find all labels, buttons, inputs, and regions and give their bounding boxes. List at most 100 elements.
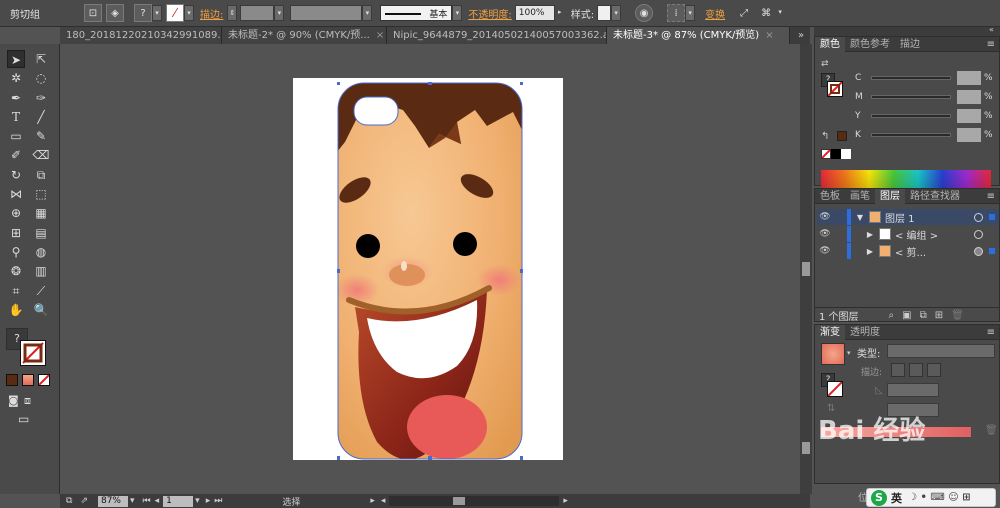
tab-doc-1[interactable]: 180_20181220210342991089.ai*× [60, 27, 222, 44]
first-artboard-icon[interactable]: ⏮ [143, 496, 151, 506]
tab-brushes[interactable]: 画笔 [845, 189, 875, 204]
ime-toolbar[interactable]: S 英 ☽ • ⌨ ☺ ⊞ [866, 488, 996, 507]
shape-builder-tool-icon[interactable]: ⊕ [7, 204, 25, 222]
line-tool-icon[interactable]: ╱ [32, 108, 50, 126]
gradient-mode-button[interactable] [22, 374, 34, 386]
tab-doc-3[interactable]: Nipic_9644879_20140502140057003362.ai*× [387, 27, 607, 44]
eraser-tool-icon[interactable]: ⌫ [32, 146, 50, 164]
zoom-dropdown-icon[interactable]: ▾ [130, 496, 135, 506]
cartoon-phone-case-artwork[interactable] [337, 82, 523, 460]
channel-input[interactable] [957, 109, 981, 123]
gamut-swatch[interactable] [837, 131, 847, 141]
draw-behind-icon[interactable]: ⧈ [24, 394, 31, 408]
hand-tool-icon[interactable]: ✋ [7, 301, 25, 319]
stroke-color-button[interactable]: ⁄ [166, 4, 184, 22]
draw-mode-icon[interactable]: ◙ [8, 394, 19, 407]
panel-menu-icon[interactable]: ▾ [775, 5, 785, 21]
selection-indicator[interactable] [989, 214, 995, 220]
column-graph-tool-icon[interactable]: ▥ [32, 262, 50, 280]
pencil-tool-icon[interactable]: ✐ [7, 146, 25, 164]
tab-pathfinder[interactable]: 路径查找器 [905, 189, 965, 204]
channel-slider[interactable] [871, 76, 951, 80]
panel-menu-icon[interactable]: ≡ [987, 39, 999, 50]
clipping-mask-icon[interactable]: ▣ [902, 310, 911, 321]
next-artboard-icon[interactable]: ▸ [206, 496, 211, 506]
isolate-group-icon[interactable]: ⊡ [84, 4, 102, 22]
tab-transparency[interactable]: 透明度 [845, 325, 885, 340]
tabs-overflow-icon[interactable]: » [790, 27, 804, 44]
stroke-swatch[interactable] [827, 381, 843, 397]
dock-header[interactable]: « [814, 25, 1000, 36]
transform-link[interactable]: 变换 [705, 6, 725, 21]
locate-object-icon[interactable]: ⌕ [889, 310, 895, 321]
layer-name[interactable]: < 编组 > [895, 227, 938, 242]
collapse-panels-icon[interactable]: « [989, 25, 994, 34]
stroke-swatch[interactable] [827, 81, 843, 97]
status-menu-icon[interactable]: ▸ [370, 496, 375, 506]
gradient-type-select[interactable] [887, 344, 995, 358]
opacity-input[interactable]: 100% [514, 5, 555, 21]
stroke-swatch[interactable] [20, 340, 46, 366]
rotate-tool-icon[interactable]: ↻ [7, 166, 25, 184]
gradient-dropdown-icon[interactable]: ▾ [847, 349, 851, 357]
target-circle-icon[interactable] [974, 229, 983, 239]
scale-tool-icon[interactable]: ⧉ [32, 166, 50, 184]
stroke-weight-stepper[interactable]: ⇕ [227, 5, 238, 21]
panel-menu-icon[interactable]: ≡ [987, 327, 999, 338]
none-color-button[interactable] [821, 149, 831, 159]
symbol-sprayer-tool-icon[interactable]: ❂ [7, 262, 25, 280]
stroke-gradient-within-icon[interactable] [891, 363, 905, 377]
scroll-thumb-secondary[interactable] [802, 442, 810, 454]
variable-width-profile[interactable] [290, 5, 363, 21]
layer-name[interactable]: 图层 1 [885, 210, 915, 225]
none-mode-button[interactable] [38, 374, 50, 386]
gradient-tool-icon[interactable]: ▤ [32, 224, 50, 242]
export-icon[interactable]: ⇗ [80, 496, 88, 506]
stroke-weight-input[interactable] [240, 5, 275, 21]
opacity-arrow-icon[interactable]: ▸ [554, 5, 565, 21]
fill-color-button[interactable]: ? [134, 4, 152, 22]
target-circle-icon[interactable] [974, 212, 983, 222]
layer-row[interactable]: 👁 ▶ < 剪... [817, 243, 999, 259]
brush-definition[interactable]: 基本 [380, 5, 453, 21]
black-color-button[interactable] [831, 149, 841, 159]
ime-status-icons[interactable]: ☽ • ⌨ ☺ ⊞ [908, 492, 971, 503]
prev-artboard-icon[interactable]: ◂ [155, 496, 160, 506]
tab-doc-4[interactable]: 未标题-3* @ 87% (CMYK/预览) × [607, 27, 790, 44]
tab-swatches[interactable]: 色板 [815, 189, 845, 204]
edit-clipping-path-icon[interactable]: ◈ [106, 4, 124, 22]
zoom-field[interactable]: 87% [97, 495, 128, 507]
type-tool-icon[interactable]: T [7, 108, 25, 126]
opacity-link[interactable]: 不透明度: [468, 6, 511, 21]
expand-triangle-icon[interactable]: ▼ [855, 213, 865, 222]
paintbrush-tool-icon[interactable]: ✎ [32, 127, 50, 145]
channel-input[interactable] [957, 128, 981, 142]
sogou-logo-icon[interactable]: S [871, 489, 887, 506]
profile-dropdown[interactable]: ▾ [362, 5, 373, 21]
tab-stroke[interactable]: 描边 [895, 37, 925, 52]
out-of-gamut-icon[interactable]: ↰ [821, 131, 829, 142]
gradient-preview[interactable] [821, 343, 845, 365]
slice-tool-icon[interactable]: ⟋ [32, 282, 50, 300]
artboard-dropdown-icon[interactable]: ▾ [195, 496, 200, 506]
expand-triangle-icon[interactable]: ▶ [865, 230, 875, 239]
stroke-dropdown[interactable]: ▾ [184, 5, 194, 21]
artboard-number-field[interactable]: 1 [163, 495, 194, 507]
free-transform-tool-icon[interactable]: ⬚ [32, 185, 50, 203]
delete-stop-icon[interactable]: 🗑 [985, 425, 998, 436]
panel-menu-icon[interactable]: ≡ [987, 191, 999, 202]
close-icon[interactable]: × [765, 30, 773, 41]
layer-name[interactable]: < 剪... [895, 244, 926, 259]
style-dropdown[interactable]: ▾ [611, 5, 622, 21]
canvas[interactable] [60, 44, 800, 494]
pen-tool-icon[interactable]: ✒ [7, 89, 25, 107]
vertical-scrollbar[interactable] [800, 44, 812, 494]
close-icon[interactable]: × [376, 30, 384, 41]
tab-color[interactable]: 颜色 [815, 36, 845, 52]
recolor-artwork-icon[interactable]: ◉ [635, 4, 654, 22]
brush-dropdown[interactable]: ▾ [452, 5, 463, 21]
tab-layers[interactable]: 图层 [875, 188, 905, 204]
mesh-tool-icon[interactable]: ⊞ [7, 224, 25, 242]
stroke-gradient-across-icon[interactable] [927, 363, 941, 377]
arrange-icon[interactable]: ⌘ [757, 4, 775, 22]
